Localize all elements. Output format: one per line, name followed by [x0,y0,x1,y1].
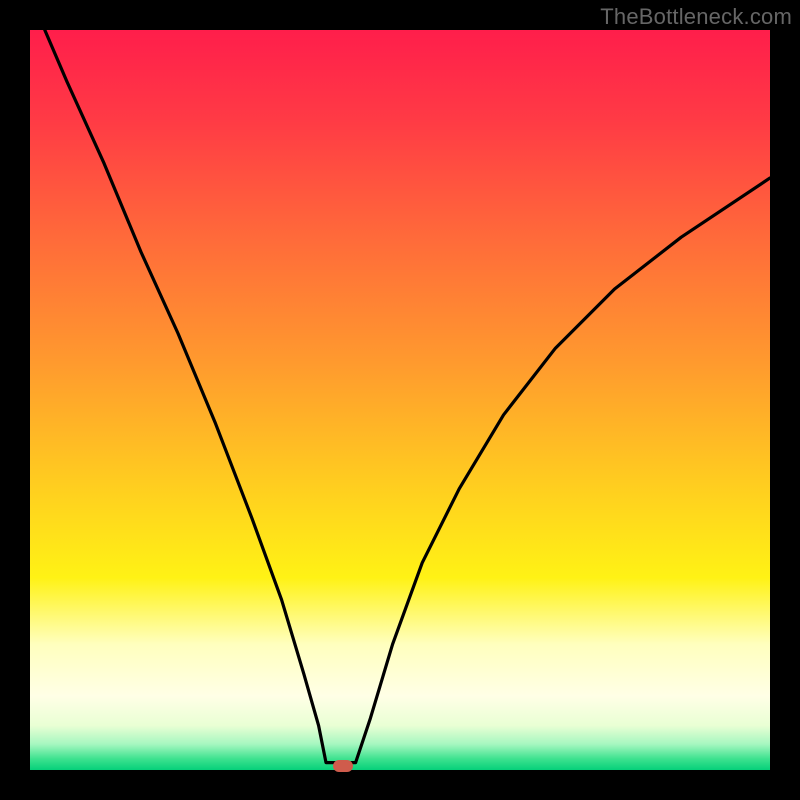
plot-area [30,30,770,770]
chart-frame: TheBottleneck.com [0,0,800,800]
plot-svg [30,30,770,770]
watermark-text: TheBottleneck.com [600,4,792,30]
optimum-marker [333,760,353,772]
gradient-background [30,30,770,770]
